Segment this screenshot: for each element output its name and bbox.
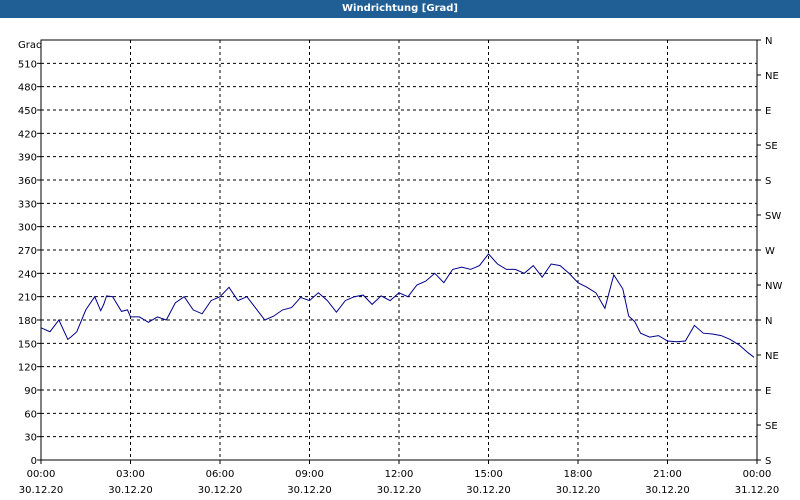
x-tick-time: 00:00 [27,469,56,480]
x-tick-time: 03:00 [116,469,145,480]
y-tick-label: 360 [18,176,37,187]
x-tick-time: 09:00 [295,469,324,480]
x-tick-time: 06:00 [206,469,235,480]
chart-title: Windrichtung [Grad] [342,3,458,14]
y-axis-label: Grad [18,40,42,51]
x-tick-date: 30.12.20 [556,485,601,496]
y-tick-label: 390 [18,153,37,164]
x-axis-ticks: 00:00 30.12.20 03:00 30.12.20 06:00 30.12.20 0… [19,460,780,496]
y-tick-label: 510 [18,59,37,70]
y-tick-label: 120 [18,363,37,374]
y-tick-label: 180 [18,316,37,327]
y-tick-label: 420 [18,129,37,140]
y-tick-label: 90 [24,386,37,397]
gridlines [41,40,757,460]
y-tick-label: 210 [18,293,37,304]
x-tick-date: 30.12.20 [287,485,332,496]
right-tick-label: N [765,36,772,47]
x-tick-time: 15:00 [474,469,503,480]
y-tick-label: 450 [18,106,37,117]
right-tick-label: NW [765,281,782,292]
right-tick-label: E [765,386,771,397]
y-tick-label: 60 [24,409,37,420]
x-tick-date: 30.12.20 [377,485,422,496]
x-tick-time: 12:00 [385,469,414,480]
y-tick-label: 270 [18,246,37,257]
x-tick-time: 00:00 [743,469,772,480]
right-tick-label: S [765,176,771,187]
chart-title-bar: Windrichtung [Grad] [0,0,800,18]
right-tick-label: W [765,246,775,257]
y-tick-label: 30 [24,433,37,444]
line-chart: 0 30 60 90 120 150 180 210 240 270 300 330 360 390 420… [18,36,783,496]
right-tick-label: N [765,316,772,327]
right-tick-label: NE [765,71,779,82]
x-tick-date: 30.12.20 [19,485,64,496]
x-tick-time: 21:00 [653,469,682,480]
y-tick-label: 0 [31,456,37,467]
x-tick-date: 30.12.20 [108,485,153,496]
y-tick-label: 330 [18,199,37,210]
right-tick-label: NE [765,351,779,362]
y-tick-label: 300 [18,223,37,234]
y-tick-label: 480 [18,83,37,94]
x-tick-date: 30.12.20 [198,485,243,496]
right-tick-label: SW [765,211,781,222]
right-tick-label: E [765,106,771,117]
wind-direction-line [40,253,755,358]
y-tick-label: 150 [18,339,37,350]
x-tick-time: 18:00 [564,469,593,480]
y-axis-ticks: 0 30 60 90 120 150 180 210 240 270 300 330 360 390 420… [18,59,41,467]
right-axis-ticks: S SE E NE N NW W SW S SE E NE N [757,36,782,467]
y-tick-label: 240 [18,269,37,280]
x-tick-date: 31.12.20 [735,485,780,496]
x-tick-date: 30.12.20 [466,485,511,496]
x-tick-date: 30.12.20 [645,485,690,496]
right-tick-label: S [765,456,771,467]
right-tick-label: SE [765,141,778,152]
right-tick-label: SE [765,421,778,432]
